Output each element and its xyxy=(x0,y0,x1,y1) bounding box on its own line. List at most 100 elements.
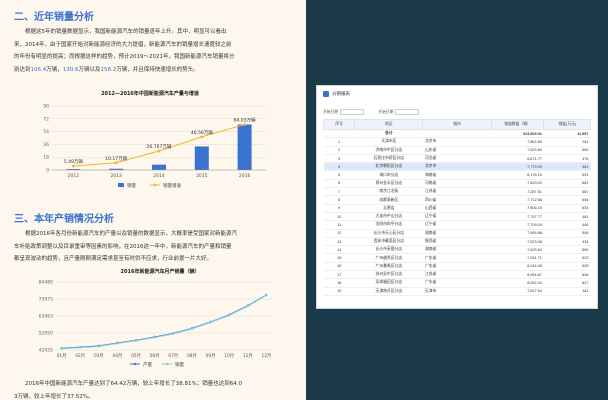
table-row[interactable]: 9 太原店 山西省 7,806.15 634 xyxy=(323,204,591,213)
cell-empty xyxy=(422,129,492,139)
table-row[interactable]: 19 天津南开区分店 天津市 7,627.54 611 xyxy=(323,287,591,296)
para-text: 万辆， xyxy=(46,66,63,73)
cell-index: 12 xyxy=(323,229,355,238)
cell-amount: 634 xyxy=(543,204,591,213)
cell-quantity: 8,092.42 xyxy=(491,278,544,288)
table-row[interactable]: 13 西安市雁塔区分店 陕西省 7,523.08 434 xyxy=(323,237,591,247)
table-row[interactable]: 6 郑州金水区分店 河南省 7,829.00 681 xyxy=(323,179,591,189)
table-row[interactable]: 11 沈阳市和平分店 辽宁省 7,709.09 446 xyxy=(323,220,591,230)
cell-city: 北京市 xyxy=(422,162,492,172)
x-tick-label: 2015 xyxy=(196,173,208,179)
cell-quantity: 8,176.15 xyxy=(491,170,544,180)
x-tick-label: 02月 xyxy=(75,353,85,359)
y-tick-label: 42435 xyxy=(39,348,53,354)
filter-label: 开始日期 xyxy=(323,110,339,114)
y-tick-label: 72 xyxy=(43,116,49,122)
series-point xyxy=(227,314,231,317)
report-window: 分销报表 开始日期 开始日期 序号 地区 城市 销量数量（辆） 销量(万元) 合… xyxy=(316,85,598,309)
cell-amount: 476 xyxy=(543,154,591,164)
bar-chart-title: 2012—2016年中国新能源汽车产量与增速 xyxy=(101,91,199,97)
y-tick-label: 0 xyxy=(46,168,49,174)
series-point xyxy=(60,347,63,350)
cell-city: 辽宁省 xyxy=(422,220,492,230)
cell-city: 湖南省 xyxy=(422,229,492,238)
cell-city: 辽宁省 xyxy=(422,212,492,222)
table-row[interactable]: 3 石家庄市桥区分店 河北省 6,871.77 476 xyxy=(323,154,591,164)
data-label: 64.03万辆 xyxy=(234,116,256,123)
cell-amount: 687 xyxy=(543,187,591,197)
cell-index: 10 xyxy=(323,212,355,222)
line-chart: 42435 52950 63463 73975 84480 01月 02月 03月 04月 05月… xyxy=(39,280,272,368)
para-line: 都呈现波动的趋势，且产量刚刚满足需求甚至有时供不应求，行业前景一片大好。 xyxy=(14,256,213,262)
col-amount[interactable]: 销量(万元) xyxy=(543,119,591,130)
start-date-input[interactable] xyxy=(340,109,365,115)
x-tick-label: 12月 xyxy=(262,353,272,359)
table-row[interactable]: 4 北京朝阳区分店 北京市 7,779.99 481 xyxy=(323,162,591,172)
cell-region: 西安市雁塔区分店 xyxy=(354,237,423,247)
para-line: 根据这5年的销量数据显示，我国新能源汽车的销量逐年上升。其中，明显可以看出 xyxy=(25,29,227,35)
cell-quantity: 8,244.48 xyxy=(491,262,544,272)
cell-quantity: 7,712.58 xyxy=(491,195,544,205)
cell-amount: 689 xyxy=(543,146,591,155)
table-row[interactable]: 15 广州越秀区分店 广东省 7,931.71 623 xyxy=(323,253,591,263)
y-tick-label: 36 xyxy=(43,142,49,148)
table-row[interactable]: 5 海口市分店 海南省 8,176.15 591 xyxy=(323,170,591,180)
cell-city: 湖南省 xyxy=(422,245,492,255)
y-tick-label: 54 xyxy=(43,129,49,135)
legend-swatch xyxy=(153,183,157,187)
table-total-row[interactable]: 合计 313,503.01 11,597 xyxy=(323,129,591,139)
x-tick-label: 2012 xyxy=(68,173,80,179)
table-row[interactable]: 17 苏州吴中区分店 江苏省 8,054.87 628 xyxy=(323,270,591,280)
y-tick-label: 63463 xyxy=(39,313,53,319)
legend-label: 销量 xyxy=(175,361,184,368)
growth-point xyxy=(200,135,204,139)
cell-region: 沈阳市和平分店 xyxy=(354,220,423,230)
table-row[interactable]: 7 南京江北街 江苏省 7,287.51 687 xyxy=(323,187,591,197)
table-row[interactable]: 10 大连市中山分店 辽宁省 7,797.77 481 xyxy=(323,212,591,222)
data-label: 26.767万辆 xyxy=(147,143,172,150)
bar xyxy=(194,146,209,170)
cell-region: 广州番禺区分店 xyxy=(354,262,423,272)
col-region[interactable]: 地区 xyxy=(354,119,424,130)
col-index[interactable]: 序号 xyxy=(322,119,356,130)
cell-city: 山西省 xyxy=(422,204,492,213)
cell-amount: 627 xyxy=(543,278,591,288)
table-row[interactable]: 2 济南市中区分店 山东省 7,629.84 689 xyxy=(323,146,591,155)
table-row[interactable]: 8 成都高新区 四川省 7,712.58 654 xyxy=(323,195,591,205)
y-tick-label: 90 xyxy=(43,104,49,110)
cell-region: 成都高新区 xyxy=(354,195,423,205)
table-row[interactable]: 16 广州番禺区分店 广东省 8,244.48 628 xyxy=(323,262,591,272)
legend-label: 产量 xyxy=(143,361,152,368)
bar xyxy=(152,164,166,170)
cell-index: 11 xyxy=(323,220,355,230)
window-title-bar: 分销报表 xyxy=(323,91,350,97)
cell-region: 海口市分店 xyxy=(354,170,423,180)
legend-swatch xyxy=(133,362,137,366)
growth-point xyxy=(157,149,161,153)
table-row[interactable]: 1 天津市区 北京市 7,862.65 511 xyxy=(323,137,591,147)
cell-quantity: 7,627.54 xyxy=(491,287,544,296)
para-line: 3万辆，较上年增长了37.52%。 xyxy=(14,393,94,400)
table-header-row: 序号 地区 城市 销量数量（辆） 销量(万元) xyxy=(322,119,591,130)
x-tick-label: 08月 xyxy=(187,353,197,359)
cell-index: 9 xyxy=(323,204,355,213)
cell-amount: 511 xyxy=(543,137,591,147)
cell-index: 3 xyxy=(323,154,355,164)
cell-amount: 623 xyxy=(543,253,591,263)
cell-amount: 611 xyxy=(543,287,591,296)
x-tick-label: 04月 xyxy=(113,353,123,359)
cell-index: 6 xyxy=(323,179,355,189)
window-title: 分销报表 xyxy=(332,91,350,96)
x-tick-label: 11月 xyxy=(243,353,253,359)
x-tick-label: 03月 xyxy=(94,353,104,359)
col-city[interactable]: 城市 xyxy=(422,119,492,130)
end-date-input[interactable] xyxy=(395,109,420,115)
table-row[interactable]: 12 长沙市天心区分店 湖南省 7,955.88 548 xyxy=(323,229,591,238)
cell-quantity: 7,629.84 xyxy=(491,146,544,155)
cell-amount: 548 xyxy=(543,229,591,238)
table-row[interactable]: 14 长沙市芙蓉分店 湖南省 7,625.64 589 xyxy=(323,245,591,255)
cell-amount: 591 xyxy=(543,170,591,180)
col-quantity[interactable]: 销量数量（辆） xyxy=(490,119,545,130)
table-row[interactable]: 18 深圳福田区分店 广东省 8,092.42 627 xyxy=(323,278,591,288)
cell-city: 山东省 xyxy=(422,146,492,155)
